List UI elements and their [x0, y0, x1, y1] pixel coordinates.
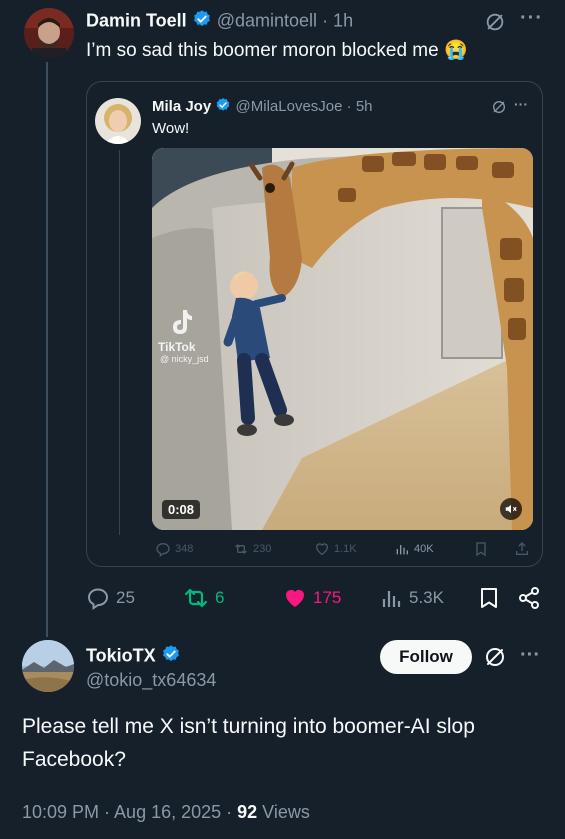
quote-thread-line — [119, 150, 120, 535]
video-player[interactable]: TikTok @ nicky_jsd 0:08 — [152, 148, 533, 530]
video-watermark-brand: TikTok — [158, 340, 196, 354]
quote-bookmark-button[interactable] — [473, 541, 489, 557]
quote-views-button[interactable]: 40K — [394, 541, 434, 557]
verified-badge-icon — [192, 9, 212, 34]
mute-toggle-button[interactable] — [500, 498, 522, 520]
share-nodes-icon — [519, 587, 539, 609]
grok-icon[interactable] — [483, 10, 507, 34]
reply-views-label: Views — [257, 802, 310, 822]
follow-button[interactable]: Follow — [380, 640, 472, 674]
quote-time[interactable]: · 5h — [347, 98, 373, 115]
bookmark-icon — [476, 542, 486, 557]
thread-line — [46, 62, 48, 637]
reply-icon — [156, 542, 170, 557]
reply-timestamp-row[interactable]: 10:09 PM · Aug 16, 2025 · 92 Views — [22, 802, 310, 823]
quote-verified-badge-icon — [215, 97, 231, 117]
heart-filled-icon — [286, 589, 304, 607]
repost-count: 6 — [215, 588, 225, 607]
reply-author-name[interactable]: TokioTX — [86, 645, 156, 665]
reply-icon — [87, 588, 109, 610]
video-watermark-user: @ nicky_jsd — [160, 354, 209, 364]
views-button[interactable]: 5.3K — [381, 586, 444, 610]
heart-icon — [315, 543, 329, 556]
views-chart-icon — [382, 591, 401, 607]
more-options-button[interactable]: ··· — [520, 7, 543, 30]
reply-grok-icon[interactable] — [482, 644, 508, 670]
quote-like-count: 1.1K — [334, 543, 357, 555]
reply-timestamp: 10:09 PM · Aug 16, 2025 · — [22, 802, 238, 822]
quote-more-options-button[interactable]: ··· — [514, 96, 528, 112]
share-icon — [516, 542, 528, 555]
quote-text: Wow! — [152, 120, 190, 137]
reply-text-line-1: Please tell me X isn’t turning into boom… — [22, 715, 475, 738]
author-name[interactable]: Damin Toell — [86, 10, 187, 30]
video-thumbnail-image — [152, 148, 533, 530]
quote-reply-count: 348 — [175, 543, 194, 555]
repost-button[interactable]: 6 — [183, 586, 224, 610]
quote-grok-icon[interactable] — [490, 98, 508, 116]
quote-repost-count: 230 — [253, 543, 272, 555]
quote-author-handle[interactable]: @MilaLovesJoe — [236, 98, 343, 115]
quote-author-avatar[interactable] — [95, 98, 141, 144]
reply-views-count: 92 — [237, 802, 258, 822]
like-button[interactable]: 175 — [283, 586, 341, 610]
reply-button[interactable]: 25 — [86, 586, 135, 610]
reply-count: 25 — [116, 588, 135, 607]
views-chart-icon — [396, 545, 408, 555]
reply-verified-badge-icon — [161, 644, 181, 669]
quote-author-name[interactable]: Mila Joy — [152, 98, 211, 115]
reply-text-line-2: Facebook? — [22, 748, 126, 771]
view-count: 5.3K — [409, 588, 444, 607]
author-avatar[interactable] — [24, 8, 74, 58]
bookmark-icon — [481, 588, 497, 608]
quote-share-button[interactable] — [514, 541, 530, 557]
tiktok-logo-icon — [170, 308, 194, 336]
repost-icon — [184, 588, 208, 608]
reply-author-handle[interactable]: @tokio_tx64634 — [86, 670, 216, 691]
reply-more-options-button[interactable]: ··· — [520, 644, 540, 667]
tweet-time[interactable]: · 1h — [322, 10, 353, 30]
repost-icon — [235, 544, 247, 554]
quote-repost-button[interactable]: 230 — [233, 541, 271, 557]
author-handle[interactable]: @damintoell — [217, 10, 317, 30]
quote-reply-button[interactable]: 348 — [155, 541, 193, 557]
quote-like-button[interactable]: 1.1K — [314, 541, 357, 557]
bookmark-button[interactable] — [478, 586, 500, 610]
quote-view-count: 40K — [414, 543, 434, 555]
speaker-muted-icon — [505, 504, 517, 514]
like-count: 175 — [313, 588, 342, 607]
share-button[interactable] — [517, 586, 541, 610]
reply-author-avatar[interactable] — [22, 640, 74, 692]
tweet-text: I’m so sad this boomer moron blocked me … — [86, 40, 468, 61]
video-duration-badge: 0:08 — [162, 500, 201, 519]
